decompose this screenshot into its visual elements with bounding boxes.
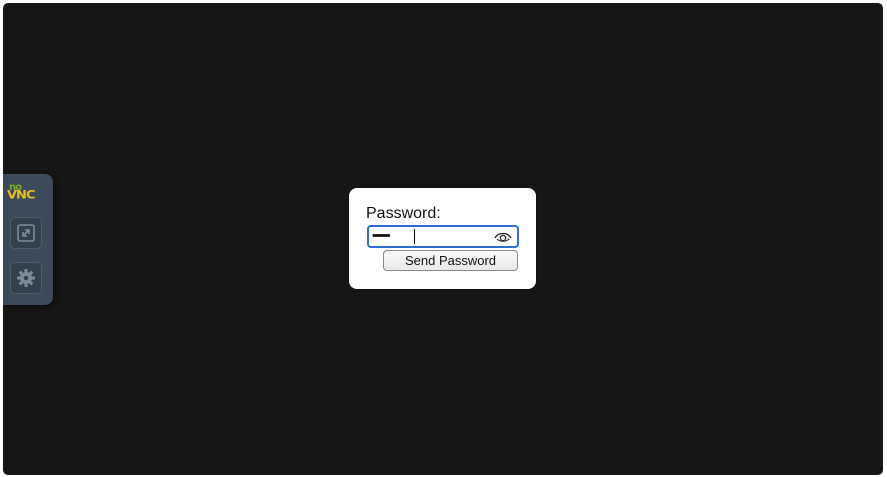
password-label: Password: [366, 205, 441, 222]
novnc-logo: no VNC [7, 183, 47, 205]
password-dialog: Password: ••••••••• Send Password [349, 188, 536, 289]
send-password-button[interactable]: Send Password [383, 250, 518, 271]
text-caret [414, 229, 415, 244]
fullscreen-icon [17, 224, 35, 242]
vnc-screen[interactable]: no VNC Password: ••••••••• Send Password [3, 3, 883, 475]
novnc-control-bar: no VNC [3, 174, 53, 305]
settings-button[interactable] [10, 262, 42, 294]
logo-vnc-text: VNC [7, 189, 36, 202]
eye-icon [494, 232, 512, 242]
password-input[interactable]: ••••••••• [367, 225, 519, 248]
fullscreen-button[interactable] [10, 217, 42, 249]
show-password-toggle[interactable] [493, 228, 513, 245]
password-masked-value: ••••••••• [372, 230, 391, 242]
gear-icon [17, 269, 35, 287]
